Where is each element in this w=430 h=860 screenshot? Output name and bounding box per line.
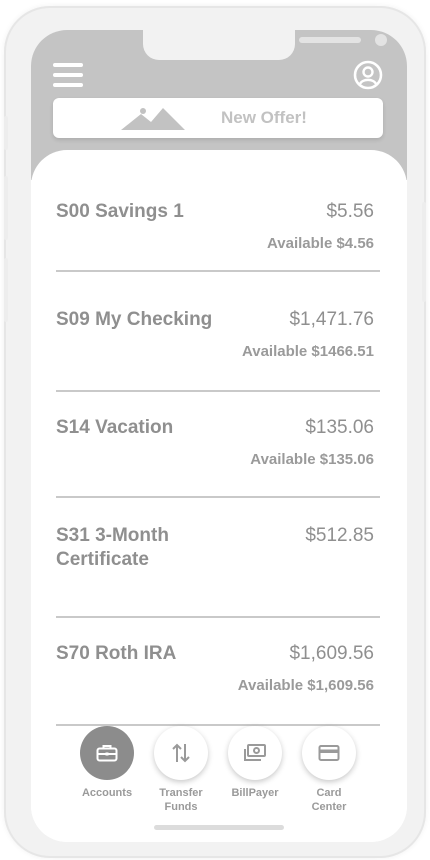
transfer-arrows-icon bbox=[154, 726, 208, 780]
new-offer-banner[interactable]: New Offer! bbox=[53, 98, 383, 138]
account-name: S09 My Checking bbox=[56, 309, 213, 330]
account-available: Available $135.06 bbox=[250, 451, 374, 468]
hamburger-menu-icon[interactable] bbox=[53, 60, 83, 90]
nav-billpayer[interactable]: BillPayer bbox=[220, 726, 290, 800]
account-balance: $1,471.76 bbox=[289, 309, 374, 330]
account-row-roth-ira[interactable]: S70 Roth IRA $1,609.56 Available $1,609.… bbox=[56, 604, 380, 726]
account-balance: $135.06 bbox=[305, 417, 374, 438]
cash-icon bbox=[228, 726, 282, 780]
account-available: Available $1466.51 bbox=[241, 343, 374, 360]
volume-up-button bbox=[4, 176, 8, 240]
power-button bbox=[422, 202, 426, 302]
account-name: S00 Savings 1 bbox=[56, 201, 184, 222]
nav-label: BillPayer bbox=[231, 787, 279, 799]
account-row-savings[interactable]: S00 Savings 1 $5.56 Available $4.56 bbox=[56, 150, 380, 272]
user-circle-icon[interactable] bbox=[353, 60, 383, 90]
account-row-vacation[interactable]: S14 Vacation $135.06 Available $135.06 bbox=[56, 380, 380, 498]
briefcase-icon bbox=[80, 726, 134, 780]
new-offer-label: New Offer! bbox=[221, 108, 307, 127]
account-balance: $5.56 bbox=[326, 201, 374, 222]
account-name: S14 Vacation bbox=[56, 417, 174, 438]
nav-accounts[interactable]: Accounts bbox=[72, 726, 142, 800]
account-available: Available $4.56 bbox=[266, 235, 374, 252]
account-row-certificate[interactable]: S31 3-Month Certificate $512.85 bbox=[56, 496, 380, 618]
account-name: S31 3-Month Certificate bbox=[56, 525, 169, 570]
credit-card-icon bbox=[302, 726, 356, 780]
nav-card-center[interactable]: Card Center bbox=[294, 726, 364, 814]
speaker bbox=[299, 37, 361, 43]
account-name: S70 Roth IRA bbox=[56, 643, 177, 664]
phone-frame: New Offer! S00 Savings 1 $5.56 Available… bbox=[4, 6, 426, 858]
image-mountain-icon bbox=[121, 108, 185, 130]
home-indicator bbox=[154, 825, 284, 830]
camera bbox=[375, 34, 387, 46]
notch bbox=[143, 30, 387, 60]
account-balance: $512.85 bbox=[305, 525, 374, 546]
mute-switch bbox=[4, 116, 8, 150]
nav-label: Card Center bbox=[311, 787, 347, 813]
account-row-checking[interactable]: S09 My Checking $1,471.76 Available $146… bbox=[56, 272, 380, 392]
account-balance: $1,609.56 bbox=[289, 643, 374, 664]
nav-transfer-funds[interactable]: Transfer Funds bbox=[146, 726, 216, 814]
phone-screen: New Offer! S00 Savings 1 $5.56 Available… bbox=[31, 30, 407, 842]
nav-label: Accounts bbox=[81, 787, 133, 799]
volume-down-button bbox=[4, 258, 8, 322]
account-available: Available $1,609.56 bbox=[237, 677, 374, 694]
nav-label: Transfer Funds bbox=[159, 787, 203, 813]
